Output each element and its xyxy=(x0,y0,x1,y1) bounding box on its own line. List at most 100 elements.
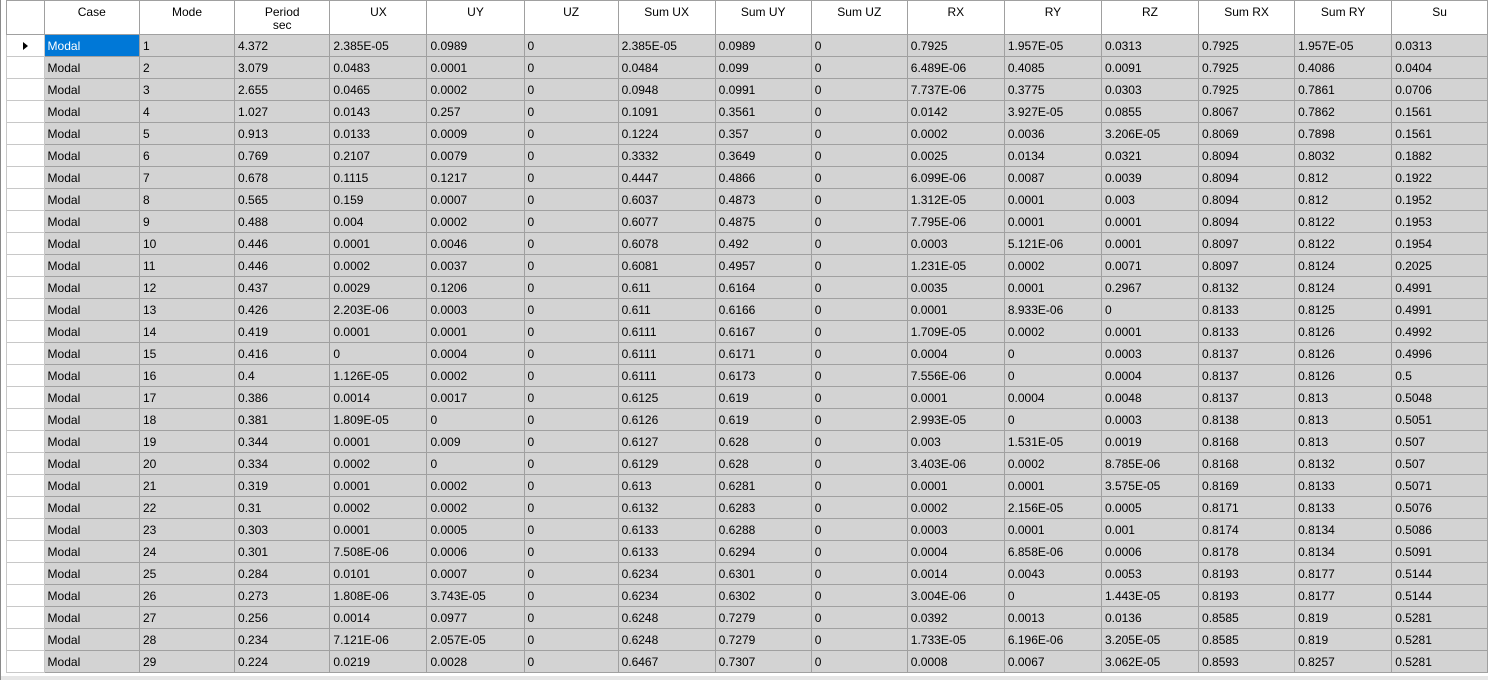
table-cell[interactable]: 0.1561 xyxy=(1391,122,1488,145)
row-header[interactable] xyxy=(6,364,45,387)
row-header[interactable] xyxy=(6,430,45,453)
row-header[interactable] xyxy=(6,188,45,211)
table-cell[interactable]: Modal xyxy=(43,562,140,585)
table-cell[interactable]: 25 xyxy=(138,562,236,585)
table-cell[interactable]: 0.0313 xyxy=(1100,34,1200,57)
table-cell[interactable]: 6 xyxy=(138,144,236,167)
column-header-sum-ux[interactable]: Sum UX xyxy=(617,0,716,35)
table-cell[interactable]: Modal xyxy=(43,276,140,299)
table-cell[interactable]: 0.0001 xyxy=(1100,210,1200,233)
table-cell[interactable]: Modal xyxy=(43,628,140,651)
table-cell[interactable]: 0.6167 xyxy=(714,320,812,343)
table-cell[interactable]: 0.0017 xyxy=(426,386,525,409)
table-cell[interactable]: 0.4085 xyxy=(1003,56,1102,79)
table-cell[interactable]: 0.5091 xyxy=(1391,540,1488,563)
table-cell[interactable]: 0.344 xyxy=(234,430,331,453)
table-cell[interactable]: 0.0006 xyxy=(426,540,525,563)
table-cell[interactable]: 0.3775 xyxy=(1003,78,1102,101)
table-cell[interactable]: 0.8133 xyxy=(1294,474,1393,497)
table-cell[interactable]: 0.8094 xyxy=(1198,166,1296,189)
row-header[interactable] xyxy=(6,628,45,651)
table-cell[interactable]: 2.385E-05 xyxy=(329,34,428,57)
table-cell[interactable]: 0.0002 xyxy=(426,78,525,101)
table-cell[interactable]: 0.4991 xyxy=(1391,298,1488,321)
table-cell[interactable]: 0.446 xyxy=(234,254,331,277)
table-cell[interactable]: 0.6294 xyxy=(714,540,812,563)
table-cell[interactable]: 0.8126 xyxy=(1294,320,1393,343)
table-cell[interactable]: 0.8257 xyxy=(1294,650,1393,673)
table-cell[interactable]: 0.812 xyxy=(1294,166,1393,189)
table-cell[interactable]: 0.8171 xyxy=(1198,496,1296,519)
table-cell[interactable]: 0 xyxy=(523,628,619,651)
table-cell[interactable]: 0.0004 xyxy=(906,540,1005,563)
table-cell[interactable]: 0.3649 xyxy=(714,144,812,167)
table-cell[interactable]: 0.1115 xyxy=(329,166,428,189)
table-cell[interactable]: 0.8122 xyxy=(1294,210,1393,233)
table-cell[interactable]: 0 xyxy=(523,254,619,277)
table-cell[interactable]: 3.004E-06 xyxy=(906,584,1005,607)
table-cell[interactable]: 0.0134 xyxy=(1003,144,1102,167)
table-cell[interactable]: 0.8137 xyxy=(1198,342,1296,365)
table-cell[interactable]: 0 xyxy=(523,650,619,673)
table-cell[interactable]: 0.8094 xyxy=(1198,144,1296,167)
table-cell[interactable]: 0.0001 xyxy=(1100,320,1200,343)
table-cell[interactable]: 0 xyxy=(523,386,619,409)
table-cell[interactable]: 0.0005 xyxy=(426,518,525,541)
table-cell[interactable]: 0 xyxy=(523,166,619,189)
row-header[interactable] xyxy=(6,518,45,541)
table-cell[interactable]: 0.0142 xyxy=(906,100,1005,123)
table-cell[interactable]: 0.0004 xyxy=(1003,386,1102,409)
table-cell[interactable]: 6.489E-06 xyxy=(906,56,1005,79)
table-cell[interactable]: 0.6288 xyxy=(714,518,812,541)
table-cell[interactable]: Modal xyxy=(43,650,140,673)
table-cell[interactable]: 0 xyxy=(523,342,619,365)
table-cell[interactable]: 0.5086 xyxy=(1391,518,1488,541)
table-cell[interactable]: Modal xyxy=(43,518,140,541)
table-cell[interactable]: 0.0991 xyxy=(714,78,812,101)
table-cell[interactable]: 0.6127 xyxy=(617,430,716,453)
table-cell[interactable]: 0 xyxy=(523,122,619,145)
table-cell[interactable]: 0.0001 xyxy=(329,430,428,453)
table-cell[interactable]: 0.0025 xyxy=(906,144,1005,167)
table-cell[interactable]: Modal xyxy=(43,56,140,79)
table-cell[interactable]: 0.0392 xyxy=(906,606,1005,629)
table-cell[interactable]: 0.0014 xyxy=(906,562,1005,585)
table-cell[interactable]: 0 xyxy=(810,342,908,365)
table-cell[interactable]: 0.8193 xyxy=(1198,562,1296,585)
table-cell[interactable]: 0 xyxy=(810,100,908,123)
table-cell[interactable]: 0.6281 xyxy=(714,474,812,497)
table-cell[interactable]: 17 xyxy=(138,386,236,409)
table-cell[interactable]: 0.0014 xyxy=(329,606,428,629)
table-cell[interactable]: 23 xyxy=(138,518,236,541)
table-cell[interactable]: 0 xyxy=(810,628,908,651)
table-cell[interactable]: 0.492 xyxy=(714,232,812,255)
table-cell[interactable]: 0.2025 xyxy=(1391,254,1488,277)
row-header[interactable] xyxy=(6,474,45,497)
table-cell[interactable]: 0.0002 xyxy=(329,496,428,519)
table-cell[interactable]: 7.121E-06 xyxy=(329,628,428,651)
table-cell[interactable]: 0.4 xyxy=(234,364,331,387)
table-cell[interactable]: 7.795E-06 xyxy=(906,210,1005,233)
table-cell[interactable]: 0.0133 xyxy=(329,122,428,145)
table-cell[interactable]: 0.0053 xyxy=(1100,562,1200,585)
table-cell[interactable]: 0.813 xyxy=(1294,408,1393,431)
table-cell[interactable]: 0.0002 xyxy=(906,496,1005,519)
table-cell[interactable]: 0.812 xyxy=(1294,188,1393,211)
table-cell[interactable]: 0.0028 xyxy=(426,650,525,673)
table-cell[interactable]: 0.0101 xyxy=(329,562,428,585)
table-cell[interactable]: Modal xyxy=(43,166,140,189)
table-cell[interactable]: 0.8585 xyxy=(1198,628,1296,651)
table-cell[interactable]: 0 xyxy=(810,496,908,519)
table-cell[interactable]: 0.8134 xyxy=(1294,540,1393,563)
table-cell[interactable]: 0.0977 xyxy=(426,606,525,629)
table-cell[interactable]: 7 xyxy=(138,166,236,189)
row-header[interactable] xyxy=(6,320,45,343)
table-cell[interactable]: 0.0004 xyxy=(1100,364,1200,387)
table-cell[interactable]: 0.6126 xyxy=(617,408,716,431)
table-cell[interactable]: 0.0004 xyxy=(906,342,1005,365)
table-cell[interactable]: 0.357 xyxy=(714,122,812,145)
column-header-rz[interactable]: RZ xyxy=(1100,0,1200,35)
table-cell[interactable]: 3.205E-05 xyxy=(1100,628,1200,651)
table-cell[interactable]: 0.6301 xyxy=(714,562,812,585)
table-row[interactable]: Modal 18 0.381 1.809E-05 0 0 0.6126 0.619 0 2.993… xyxy=(6,408,1488,431)
